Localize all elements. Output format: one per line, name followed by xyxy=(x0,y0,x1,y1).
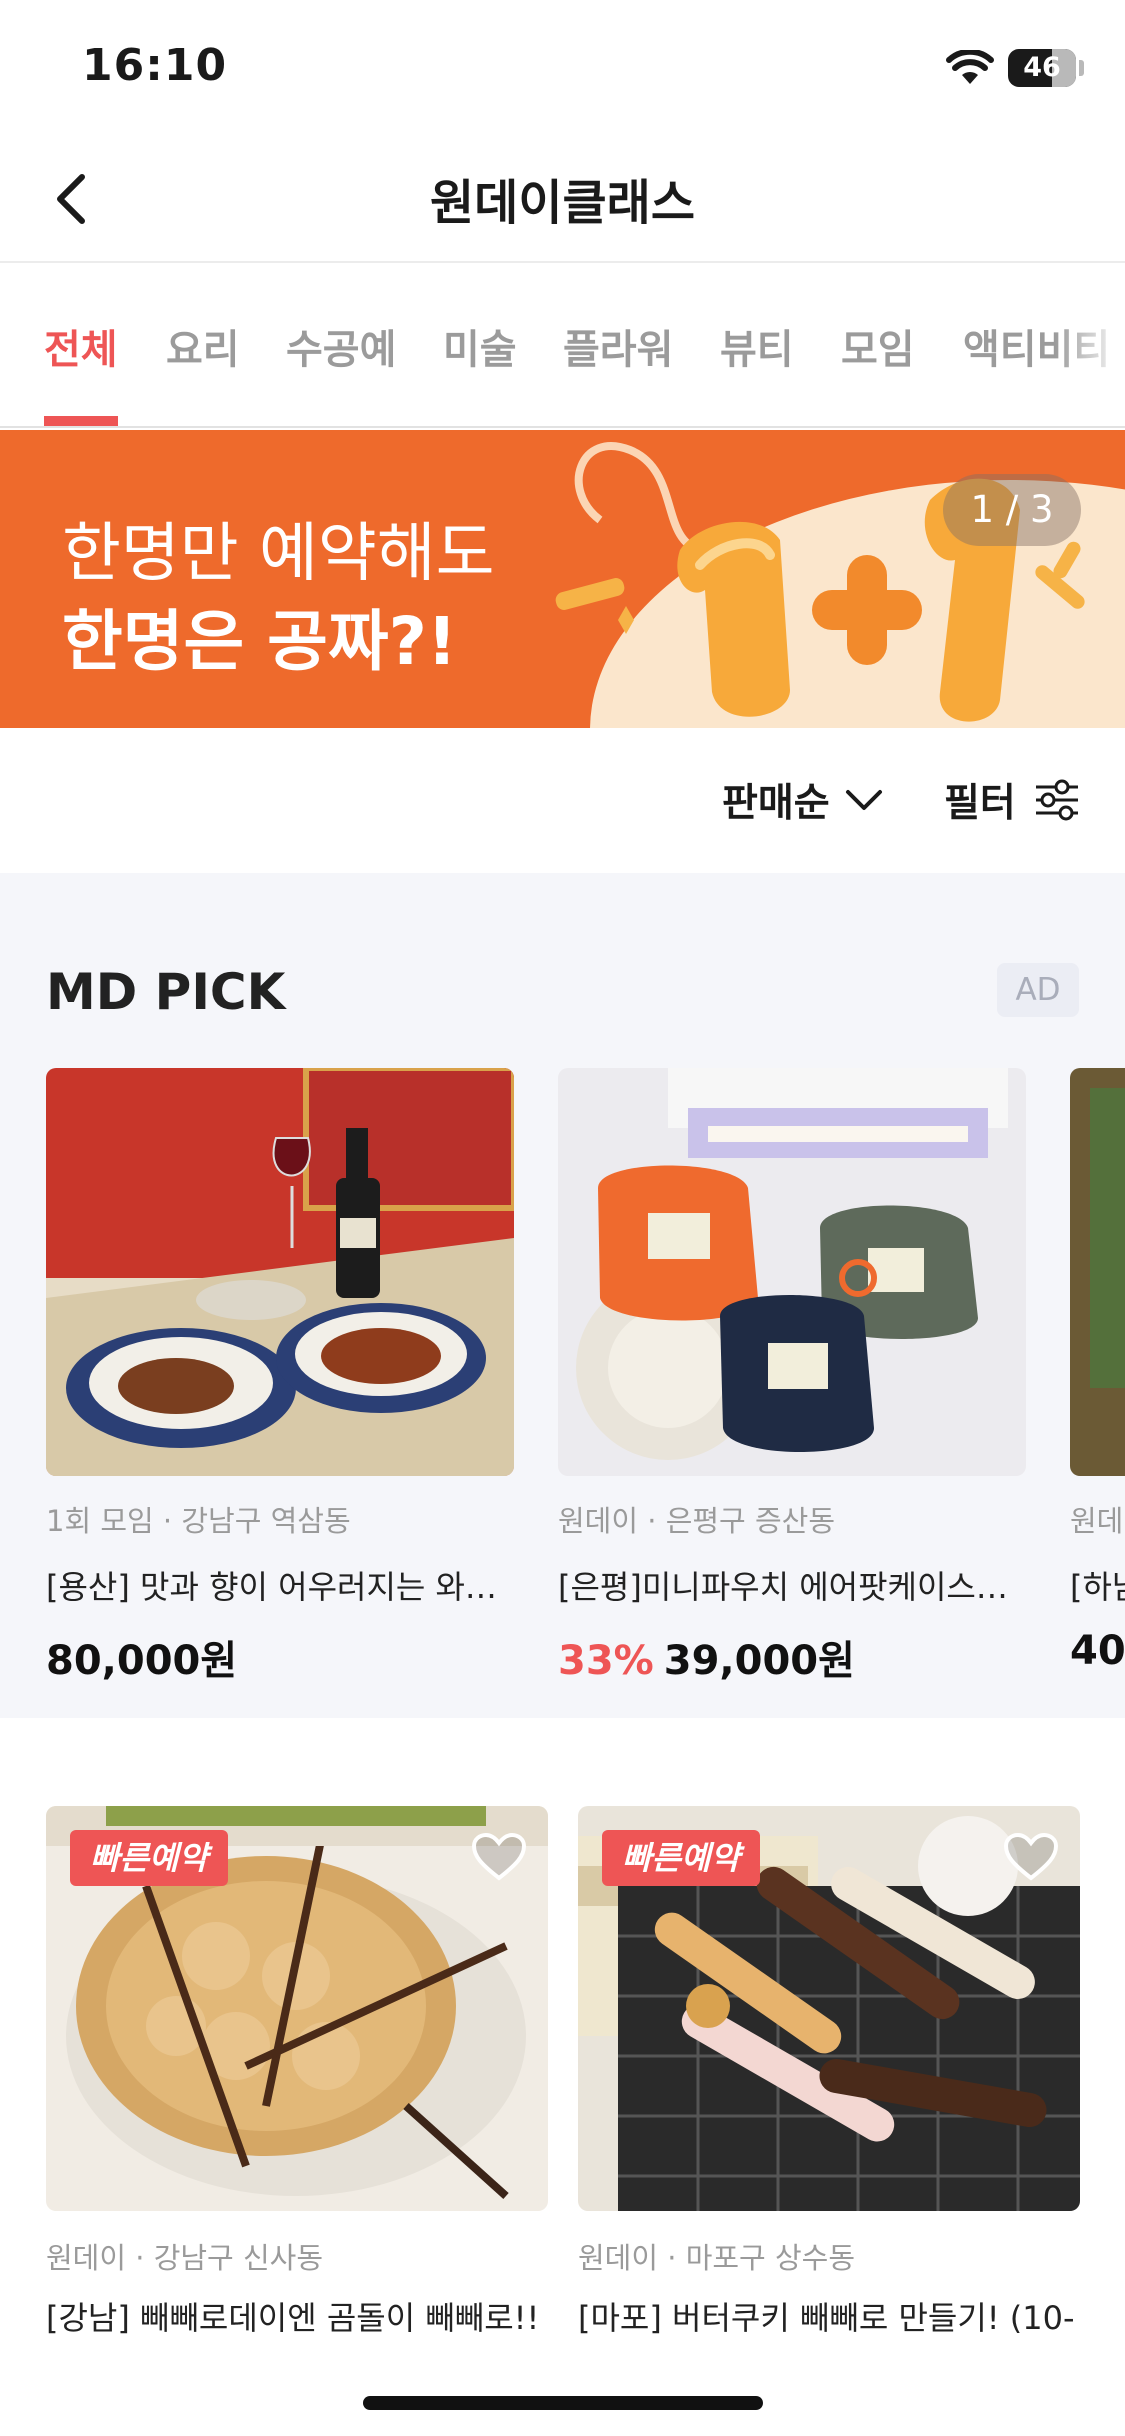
tab-craft[interactable]: 수공예 xyxy=(286,317,396,375)
fast-booking-badge: 빠른예약 xyxy=(602,1830,760,1886)
sort-label: 판매순 xyxy=(722,781,830,826)
product-image xyxy=(558,1068,1026,1476)
card-meta: 원데이 · 마포구 상수동 xyxy=(578,2241,855,2275)
card-title: [하남 xyxy=(1070,1568,1125,1606)
price-value: 39,000원 xyxy=(663,1638,855,1684)
category-tabs: 전체 요리 수공예 미술 플라워 뷰티 모임 액티비티 xyxy=(0,265,1125,428)
banner-page-counter: 1 / 3 xyxy=(943,474,1081,546)
banner-subheadline: 한명은 공짜?! xyxy=(62,603,457,680)
status-time: 16:10 xyxy=(82,40,228,91)
price-value: 80,000원 xyxy=(46,1638,238,1684)
wifi-icon xyxy=(946,50,994,84)
tab-beauty[interactable]: 뷰티 xyxy=(720,317,794,375)
card-price: 33% 39,000원 xyxy=(558,1628,1026,1686)
md-pick-card[interactable]: 원데 [하남 40, xyxy=(1070,1068,1125,1674)
card-meta: 원데이 · 강남구 신사동 xyxy=(46,2241,323,2275)
card-price: 80,000원 xyxy=(46,1628,514,1686)
tab-cooking[interactable]: 요리 xyxy=(166,317,240,375)
tab-flower[interactable]: 플라워 xyxy=(563,317,673,375)
price-value: 40, xyxy=(1070,1628,1125,1674)
favorite-button[interactable] xyxy=(464,1822,534,1892)
product-card[interactable]: 빠른예약 원데이 · 마포구 상수동 [마포] 버터쿠키 빼빼로 만들기! (1… xyxy=(578,1806,1080,2383)
section-title: MD PICK xyxy=(46,963,286,1021)
card-title: [은평]미니파우치 에어팟케이스… xyxy=(558,1568,1008,1606)
battery-level: 46 xyxy=(1023,52,1061,83)
banner-headline: 한명만 예약해도 xyxy=(62,517,495,591)
fast-booking-badge: 빠른예약 xyxy=(70,1830,228,1886)
nav-bar: 원데이클래스 xyxy=(0,135,1125,263)
tab-all[interactable]: 전체 xyxy=(44,317,118,375)
product-image: 빠른예약 xyxy=(578,1806,1080,2211)
chevron-down-icon xyxy=(845,790,882,810)
md-pick-section: MD PICK AD 1회 모임 · 강남구 역삼동 [용산] 맛과 향이 어우… xyxy=(0,873,1125,1718)
card-meta: 원데 xyxy=(1070,1504,1124,1538)
card-price: 40, xyxy=(1070,1628,1125,1674)
md-pick-card[interactable]: 원데이 · 은평구 증산동 [은평]미니파우치 에어팟케이스… 33% 39,00… xyxy=(558,1068,1026,1686)
page-title: 원데이클래스 xyxy=(430,175,695,231)
battery-icon: 46 xyxy=(1008,49,1076,87)
tab-art[interactable]: 미술 xyxy=(443,317,517,375)
filter-label: 필터 xyxy=(944,781,1016,826)
tab-meetup[interactable]: 모임 xyxy=(841,317,915,375)
promo-banner[interactable]: 한명만 예약해도 한명은 공짜?! 1 / 3 xyxy=(0,430,1125,728)
status-bar: 16:10 46 xyxy=(0,0,1125,135)
bottom-safe-area xyxy=(0,2338,1125,2436)
product-image xyxy=(1070,1068,1125,1476)
sort-dropdown[interactable]: 판매순 xyxy=(722,770,884,830)
ad-badge: AD xyxy=(997,963,1079,1017)
product-image xyxy=(46,1068,514,1476)
product-card[interactable]: 빠른예약 원데이 · 강남구 신사동 [강남] 빼빼로데이엔 곰돌이 빼빼로!!… xyxy=(46,1806,548,2383)
sort-filter-bar: 판매순 필터 xyxy=(0,728,1125,873)
card-meta: 원데이 · 은평구 증산동 xyxy=(558,1504,835,1538)
md-pick-card[interactable]: 1회 모임 · 강남구 역삼동 [용산] 맛과 향이 어우러지는 와… 80,0… xyxy=(46,1068,514,1686)
favorite-button[interactable] xyxy=(996,1822,1066,1892)
tab-indicator xyxy=(44,416,118,426)
card-meta: 1회 모임 · 강남구 역삼동 xyxy=(46,1504,351,1538)
discount-rate: 33% xyxy=(558,1638,654,1684)
card-title: [용산] 맛과 향이 어우러지는 와… xyxy=(46,1568,497,1606)
heart-icon xyxy=(1003,1832,1059,1881)
heart-icon xyxy=(471,1832,527,1881)
home-indicator xyxy=(363,2396,763,2410)
filter-button[interactable]: 필터 xyxy=(944,770,1080,830)
sliders-icon xyxy=(1035,779,1078,821)
product-image: 빠른예약 xyxy=(46,1806,548,2211)
